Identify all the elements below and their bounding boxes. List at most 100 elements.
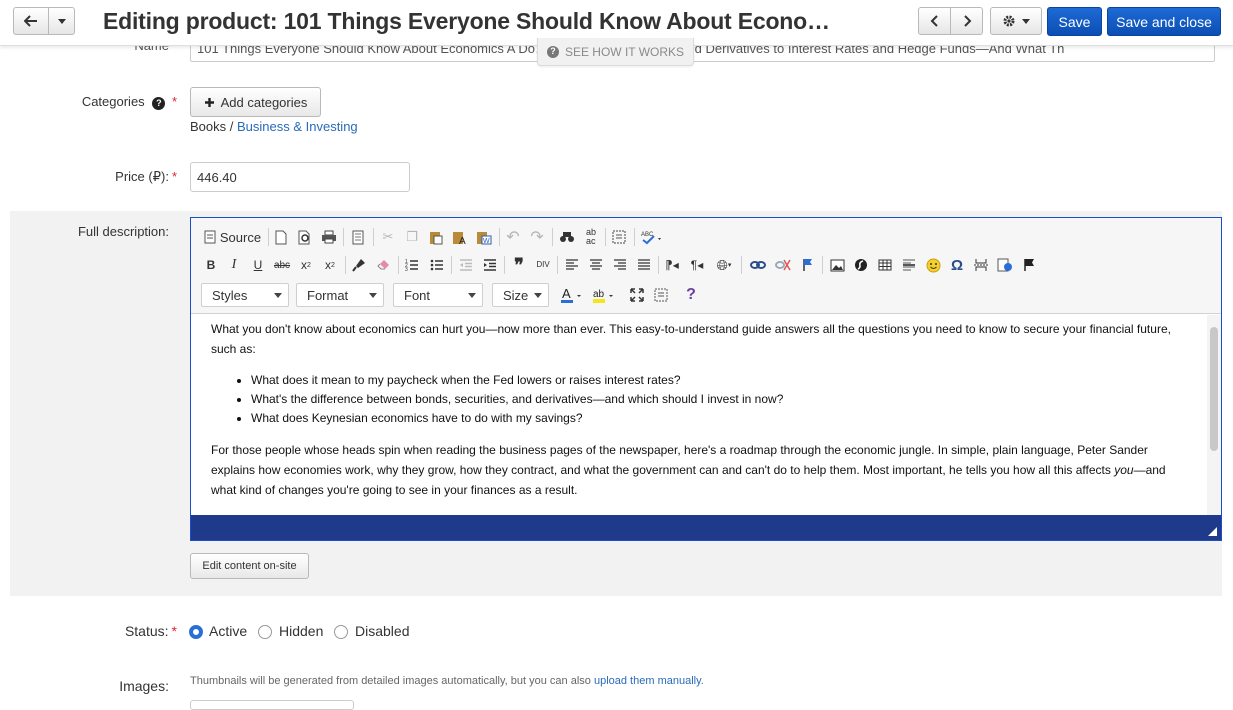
status-label: Status:	[124, 623, 169, 639]
see-how-it-works-tab[interactable]: ? SEE HOW IT WORKS	[537, 38, 694, 66]
numbered-list-icon[interactable]: 123	[402, 254, 422, 276]
blockquote-icon[interactable]: ❞	[509, 254, 529, 276]
help-icon[interactable]: ?	[152, 97, 166, 110]
next-product-button[interactable]	[950, 7, 983, 35]
status-disabled-label[interactable]: Disabled	[355, 623, 409, 639]
edit-content-on-site-button[interactable]: Edit content on-site	[190, 553, 309, 579]
italic-icon[interactable]: I	[224, 254, 244, 276]
category-link[interactable]: Business & Investing	[237, 119, 358, 134]
see-how-label: SEE HOW IT WORKS	[564, 44, 685, 59]
templates-icon[interactable]	[348, 226, 368, 248]
editor-content[interactable]: What you don't know about economics can …	[191, 315, 1207, 515]
status-hidden-label[interactable]: Hidden	[279, 623, 323, 639]
toolbar-separator	[345, 256, 346, 274]
size-combo[interactable]: Size	[492, 283, 549, 307]
price-field[interactable]: 446.40	[190, 162, 410, 192]
price-label-group: Price (₽): *	[115, 169, 177, 185]
underline-icon[interactable]: U	[248, 254, 268, 276]
previous-product-button[interactable]	[918, 7, 951, 35]
font-label: Font	[404, 287, 431, 303]
flag-icon[interactable]	[1019, 254, 1039, 276]
align-center-icon[interactable]	[586, 254, 606, 276]
status-active-label[interactable]: Active	[209, 623, 247, 639]
undo-icon[interactable]: ↶	[503, 226, 523, 248]
table-icon[interactable]	[875, 254, 895, 276]
unlink-icon[interactable]	[773, 254, 793, 276]
remove-format-icon[interactable]	[374, 254, 394, 276]
select-all-icon[interactable]	[610, 226, 630, 248]
image-icon[interactable]	[827, 254, 847, 276]
page-break-icon[interactable]	[971, 254, 991, 276]
print-icon[interactable]	[319, 226, 339, 248]
bulleted-list-icon[interactable]	[427, 254, 447, 276]
svg-text:W: W	[483, 238, 490, 245]
smiley-icon[interactable]	[923, 254, 943, 276]
align-left-icon[interactable]	[562, 254, 582, 276]
text-direction-ltr-icon[interactable]: ⁋◂	[662, 254, 682, 276]
status-disabled-radio[interactable]	[334, 625, 348, 639]
status-active-radio[interactable]	[189, 625, 203, 639]
iframe-icon[interactable]	[995, 254, 1015, 276]
page-title: Editing product: 101 Things Everyone Sho…	[103, 8, 830, 34]
redo-icon[interactable]: ↷	[527, 226, 547, 248]
paste-word-icon[interactable]: W	[474, 226, 494, 248]
scrollbar-thumb[interactable]	[1210, 327, 1218, 451]
find-icon[interactable]	[557, 226, 577, 248]
language-icon[interactable]: 🌐︎ ▾	[711, 254, 737, 276]
text-direction-rtl-icon[interactable]: ¶◂	[687, 254, 707, 276]
maximize-icon[interactable]	[627, 284, 647, 306]
anchor-flag-icon[interactable]	[798, 254, 818, 276]
outdent-icon[interactable]	[456, 254, 476, 276]
horizontal-line-icon[interactable]	[899, 254, 919, 276]
paste-text-icon[interactable]: A	[450, 226, 470, 248]
required-marker: *	[171, 623, 177, 639]
image-upload-box[interactable]	[190, 700, 354, 710]
list-item: What's the difference between bonds, sec…	[251, 390, 1187, 409]
superscript-icon[interactable]: x2	[320, 254, 340, 276]
text-color-icon[interactable]: A	[559, 284, 585, 306]
subscript-icon[interactable]: x2	[296, 254, 316, 276]
spellcheck-icon[interactable]: ABC	[639, 226, 665, 248]
gear-icon	[1003, 15, 1015, 27]
list-item: What does it mean to my paycheck when th…	[251, 371, 1187, 390]
caret-down-icon	[369, 293, 377, 298]
svg-text:A: A	[562, 287, 571, 301]
source-button[interactable]: Source	[201, 226, 263, 248]
save-button[interactable]: Save	[1047, 7, 1102, 36]
background-color-icon[interactable]: ab	[591, 284, 617, 306]
create-div-icon[interactable]: DIV	[533, 254, 553, 276]
format-combo[interactable]: Format	[296, 283, 384, 307]
font-combo[interactable]: Font	[393, 283, 483, 307]
caret-down-icon	[57, 18, 66, 24]
cut-icon[interactable]: ✂	[378, 226, 398, 248]
justify-icon[interactable]	[634, 254, 654, 276]
flash-icon[interactable]	[851, 254, 871, 276]
description-label: Full description:	[77, 224, 169, 239]
link-icon[interactable]	[748, 254, 768, 276]
settings-dropdown-button[interactable]	[990, 7, 1042, 35]
preview-icon[interactable]	[295, 226, 315, 248]
history-dropdown-button[interactable]	[48, 7, 75, 35]
paste-icon[interactable]	[426, 226, 446, 248]
resize-handle-icon[interactable]	[1208, 527, 1217, 536]
status-label-group: Status: *	[125, 623, 177, 639]
status-hidden-radio[interactable]	[258, 625, 272, 639]
align-right-icon[interactable]	[610, 254, 630, 276]
bold-icon[interactable]: B	[201, 254, 221, 276]
back-button[interactable]	[13, 7, 49, 35]
new-page-icon[interactable]	[271, 226, 291, 248]
copy-formatting-icon[interactable]	[349, 254, 369, 276]
editor-scrollbar[interactable]	[1207, 315, 1221, 515]
upload-manually-link[interactable]: upload them manually	[594, 675, 701, 687]
add-categories-button[interactable]: Add categories	[190, 87, 321, 117]
copy-icon[interactable]: ❐	[402, 226, 422, 248]
styles-combo[interactable]: Styles	[201, 283, 289, 307]
replace-icon[interactable]: ab ac	[581, 226, 601, 248]
indent-icon[interactable]	[480, 254, 500, 276]
strikethrough-icon[interactable]: abc	[272, 254, 292, 276]
show-blocks-icon[interactable]	[651, 284, 671, 306]
about-icon[interactable]: ?	[681, 284, 701, 306]
toolbar-separator	[504, 256, 505, 274]
save-and-close-button[interactable]: Save and close	[1107, 7, 1221, 36]
special-char-icon[interactable]: Ω	[947, 254, 967, 276]
